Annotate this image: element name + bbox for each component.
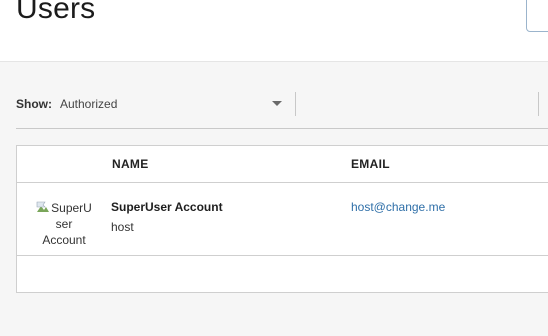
header-action-button[interactable] — [526, 0, 548, 32]
column-header-name[interactable]: NAME — [112, 157, 149, 171]
users-table: NAME EMAIL SuperU ser Account SuperUser … — [16, 145, 548, 293]
table-row[interactable]: SuperU ser Account SuperUser Account hos… — [17, 183, 548, 256]
show-filter-select[interactable]: Authorized — [60, 97, 117, 111]
user-username: host — [111, 220, 134, 234]
divider — [295, 92, 296, 116]
page-title: Users — [16, 0, 96, 25]
column-header-email[interactable]: EMAIL — [351, 157, 390, 171]
table-header: NAME EMAIL — [17, 146, 548, 183]
avatar[interactable]: SuperU ser Account — [34, 200, 94, 247]
filter-underline — [16, 128, 548, 129]
broken-image-icon — [36, 201, 50, 212]
avatar-alt-text: Account — [42, 233, 86, 247]
avatar-alt-text: SuperU — [51, 201, 92, 215]
filter-bar: Show: Authorized — [0, 82, 548, 128]
user-email-link[interactable]: host@change.me — [351, 200, 445, 214]
chevron-down-icon[interactable] — [272, 101, 282, 106]
page-header: Users — [0, 0, 548, 62]
divider — [538, 92, 539, 116]
show-filter-label: Show: — [16, 97, 52, 111]
avatar-alt-text: ser — [55, 217, 73, 231]
user-display-name[interactable]: SuperUser Account — [111, 200, 223, 214]
